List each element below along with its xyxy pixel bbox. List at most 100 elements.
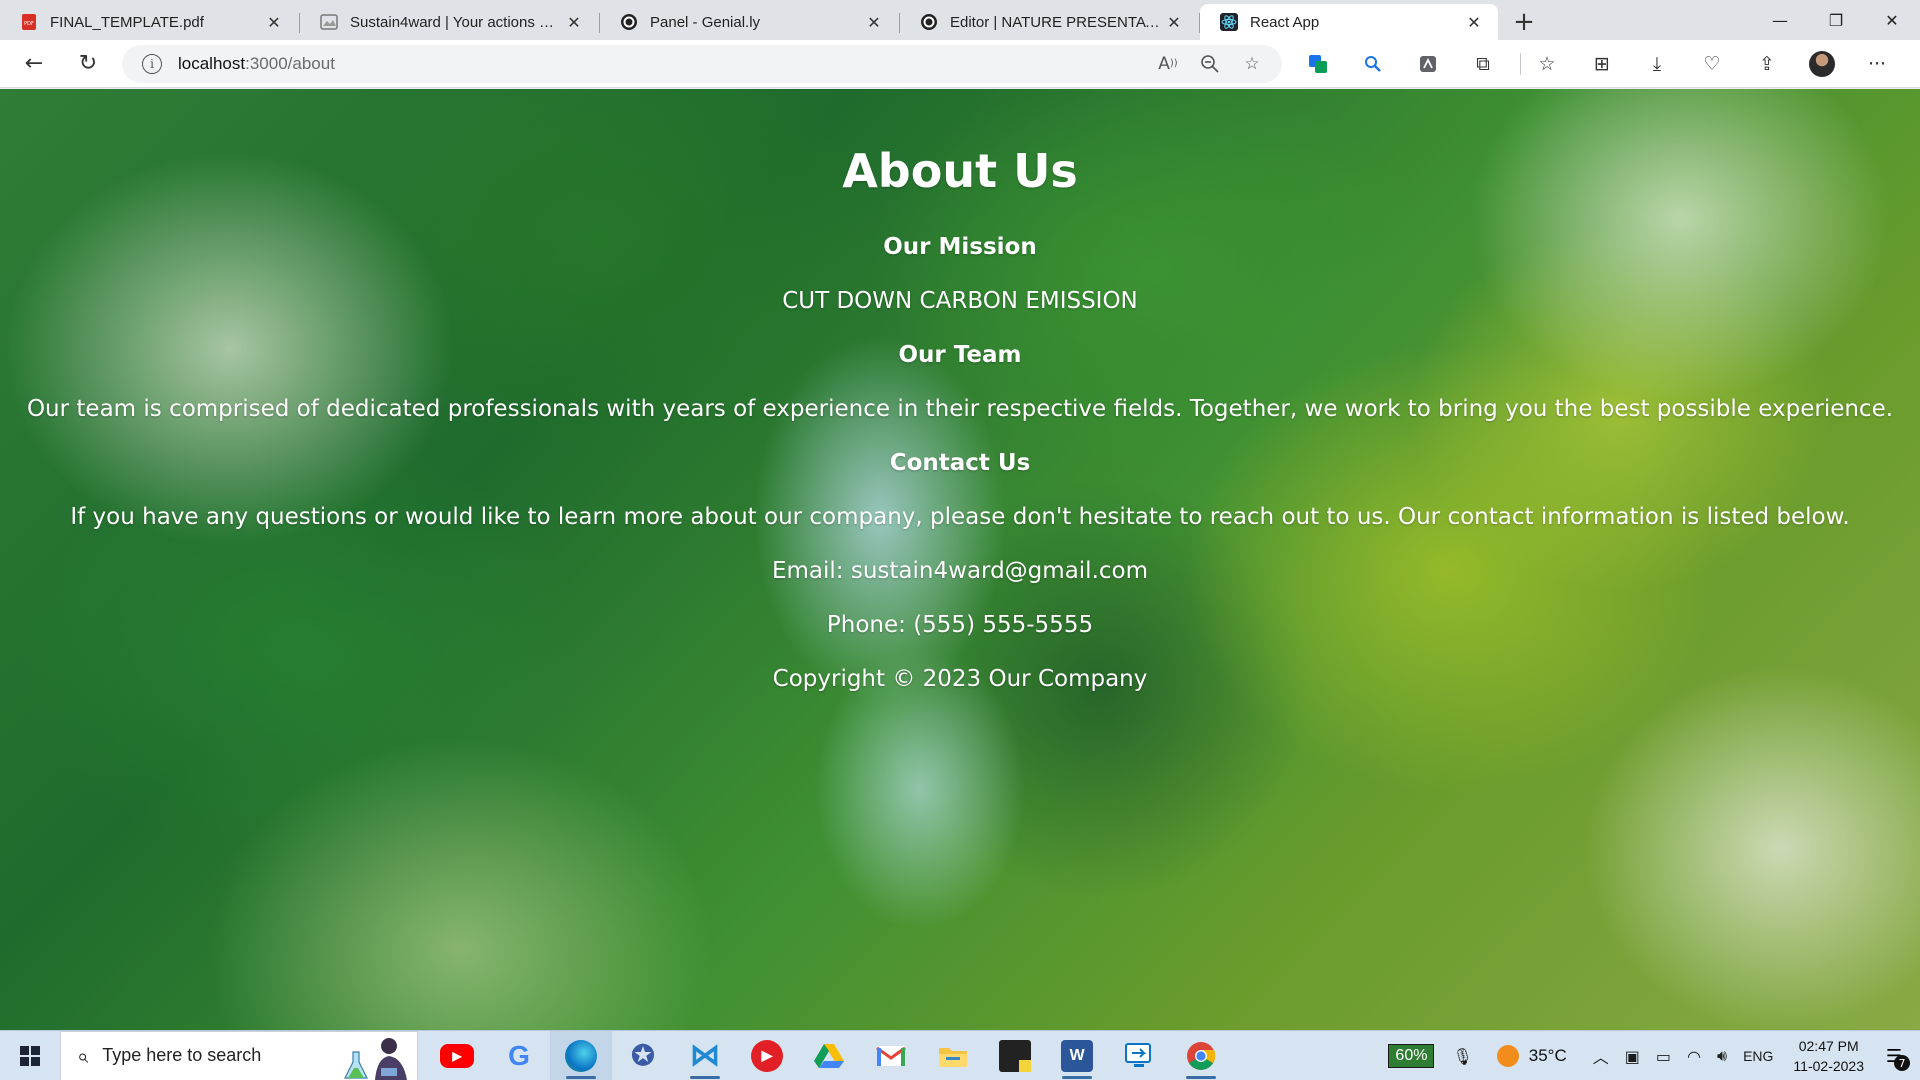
page-viewport: About Us Our Mission CUT DOWN CARBON EMI… — [0, 89, 1920, 1030]
search-placeholder: Type here to search — [102, 1045, 262, 1065]
wifi-icon[interactable]: ◠ — [1687, 1047, 1701, 1066]
copyright-text: Copyright © 2023 Our Company — [772, 666, 1148, 692]
site-info-icon[interactable]: i — [142, 53, 162, 74]
collections-icon[interactable]: ⊞ — [1580, 44, 1624, 84]
battery-icon[interactable]: ▭ — [1656, 1047, 1671, 1066]
taskbar-app-youtube[interactable]: ▶ — [426, 1031, 488, 1080]
pdf-icon: PDF — [20, 13, 38, 31]
temperature[interactable]: 35°C — [1529, 1046, 1567, 1066]
taskbar-app-compass[interactable]: ✪ — [612, 1031, 674, 1080]
clock-time: 02:47 PM — [1798, 1038, 1859, 1054]
email-text[interactable]: Email: sustain4ward@gmail.com — [0, 558, 1920, 584]
tab-genially-editor[interactable]: Editor | NATURE PRESENTATION ✕ — [900, 4, 1200, 40]
refresh-button[interactable]: ↻ — [68, 44, 108, 84]
tab-final-template[interactable]: PDF FINAL_TEMPLATE.pdf ✕ — [0, 4, 300, 40]
downloads-icon[interactable]: ⤓ — [1635, 44, 1679, 84]
battery-percentage[interactable]: 60% — [1388, 1044, 1435, 1068]
mission-text: CUT DOWN CARBON EMISSION — [782, 288, 1138, 314]
tab-strip: PDF FINAL_TEMPLATE.pdf ✕ Sustain4ward | … — [0, 0, 1920, 40]
vscode-icon: ⋈ — [690, 1039, 720, 1072]
back-button[interactable]: ← — [14, 44, 54, 84]
search-icon: ⌕ — [77, 1043, 89, 1068]
close-window-icon[interactable]: ✕ — [1864, 0, 1920, 40]
team-heading: Our Team — [898, 342, 1022, 368]
add-favorite-icon[interactable]: ☆ — [1236, 48, 1268, 80]
extensions-puzzle-icon[interactable]: ⧉ — [1461, 44, 1505, 84]
notification-count: 7 — [1894, 1055, 1910, 1071]
taskbar-app-chrome[interactable] — [1170, 1031, 1232, 1080]
tab-react-app[interactable]: React App ✕ — [1200, 4, 1498, 40]
close-tab-icon[interactable]: ✕ — [1164, 13, 1184, 32]
extension-icon[interactable] — [1406, 44, 1450, 84]
taskbar-app-word[interactable]: W — [1046, 1031, 1108, 1080]
weather-sun-icon[interactable] — [1496, 1045, 1519, 1067]
url-text[interactable]: localhost:3000/about — [178, 54, 1142, 74]
genially-icon — [620, 13, 638, 31]
page-icon — [320, 13, 338, 31]
windows-logo-icon — [20, 1045, 40, 1066]
favorites-icon[interactable]: ☆ — [1525, 44, 1569, 84]
page-title: About Us — [842, 144, 1078, 198]
mic-icon[interactable]: 🎙 — [1452, 1047, 1472, 1066]
taskbar-app-vscode[interactable]: ⋈ — [674, 1031, 736, 1080]
toolbar-divider — [1520, 52, 1521, 75]
taskbar-app-sticky-notes[interactable] — [984, 1031, 1046, 1080]
folder-icon — [939, 1047, 967, 1067]
zoom-icon[interactable] — [1194, 48, 1226, 80]
new-tab-button[interactable]: + — [1506, 4, 1542, 40]
close-tab-icon[interactable]: ✕ — [564, 13, 584, 32]
tab-title: Editor | NATURE PRESENTATION — [950, 13, 1164, 31]
edge-icon — [565, 1039, 597, 1072]
tab-title: Sustain4ward | Your actions matter — [350, 13, 564, 31]
notification-center-icon[interactable]: ☰ 7 — [1876, 1041, 1912, 1071]
remote-desktop-icon — [1125, 1042, 1151, 1067]
taskbar-app-gmail[interactable] — [860, 1031, 922, 1080]
toolbar-icons: ⧉ ☆ ⊞ ⤓ ♡ ⇪ ··· — [1296, 44, 1910, 84]
close-tab-icon[interactable]: ✕ — [264, 13, 284, 32]
close-tab-icon[interactable]: ✕ — [864, 13, 884, 32]
language-indicator[interactable]: ENG — [1743, 1048, 1773, 1064]
phone-text: Phone: (555) 555-5555 — [826, 612, 1094, 638]
taskbar-search-box[interactable]: ⌕ Type here to search — [60, 1030, 418, 1080]
clock-date: 11-02-2023 — [1793, 1058, 1864, 1074]
svg-text:PDF: PDF — [24, 21, 34, 27]
translate-extension-icon[interactable] — [1296, 44, 1340, 84]
taskbar-app-file-explorer[interactable] — [922, 1031, 984, 1080]
react-icon — [1220, 13, 1238, 31]
taskbar-apps: ▶ G ✪ ⋈ ▶ W — [426, 1030, 1232, 1080]
browser-toolbar: ← ↻ i localhost:3000/about A)) ☆ ⧉ ☆ ⊞ ⤓… — [0, 40, 1920, 88]
close-tab-icon[interactable]: ✕ — [1464, 13, 1484, 32]
contact-text: If you have any questions or would like … — [70, 504, 1850, 530]
window-controls: — ❐ ✕ — [1752, 0, 1920, 40]
tab-title: FINAL_TEMPLATE.pdf — [50, 13, 204, 31]
read-aloud-icon[interactable]: A)) — [1152, 48, 1184, 80]
clock[interactable]: 02:47 PM 11-02-2023 — [1793, 1036, 1864, 1076]
more-menu-icon[interactable]: ··· — [1855, 44, 1899, 84]
genially-icon — [920, 13, 938, 31]
taskbar-app-music[interactable]: ▶ — [736, 1031, 798, 1080]
profile-avatar[interactable] — [1800, 44, 1844, 84]
system-tray: 60% 🎙 35°C ︿ ▣ ▭ ◠ 🔊︎ ENG 02:47 PM 11-02… — [1388, 1031, 1920, 1080]
sticky-notes-icon — [999, 1039, 1031, 1072]
taskbar: ⌕ Type here to search ▶ G ✪ ⋈ ▶ W 60% 🎙 … — [0, 1030, 1920, 1080]
restore-icon[interactable]: ❐ — [1808, 0, 1864, 40]
address-bar[interactable]: i localhost:3000/about A)) ☆ — [122, 44, 1282, 83]
taskbar-app-google[interactable]: G — [488, 1031, 550, 1080]
browser-essentials-icon[interactable]: ♡ — [1690, 44, 1734, 84]
taskbar-app-edge[interactable] — [550, 1030, 612, 1080]
search-extension-icon[interactable] — [1351, 44, 1395, 84]
volume-icon[interactable]: 🔊︎ — [1717, 1046, 1727, 1066]
contact-heading: Contact Us — [889, 450, 1031, 476]
start-button[interactable] — [0, 1031, 60, 1080]
meet-now-icon[interactable]: ▣ — [1625, 1047, 1640, 1066]
share-icon[interactable]: ⇪ — [1745, 44, 1789, 84]
tab-title: Panel - Genial.ly — [650, 13, 761, 31]
tab-genially-panel[interactable]: Panel - Genial.ly ✕ — [600, 4, 900, 40]
youtube-icon: ▶ — [440, 1043, 474, 1068]
taskbar-app-remote[interactable] — [1108, 1031, 1170, 1080]
mission-heading: Our Mission — [883, 234, 1037, 260]
chevron-up-icon[interactable]: ︿ — [1593, 1044, 1609, 1068]
minimize-icon[interactable]: — — [1752, 0, 1808, 40]
taskbar-app-drive[interactable] — [798, 1031, 860, 1080]
tab-sustain4ward[interactable]: Sustain4ward | Your actions matter ✕ — [300, 4, 600, 40]
